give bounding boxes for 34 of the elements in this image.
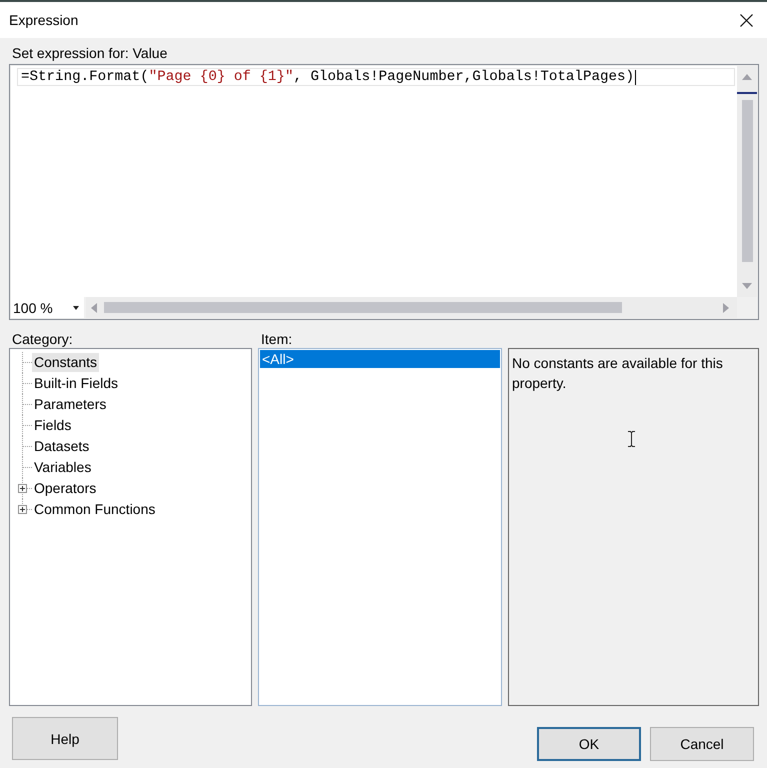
text-caret-icon (635, 70, 636, 84)
plus-box-icon[interactable] (18, 484, 27, 493)
tree-item[interactable]: Common Functions (32, 500, 158, 519)
tree-item[interactable]: Variables (32, 458, 94, 477)
down-arrow-icon[interactable] (742, 283, 752, 289)
cancel-button[interactable]: Cancel (650, 727, 754, 761)
position-marker (737, 92, 757, 94)
tree-item[interactable]: Built-in Fields (32, 374, 120, 393)
tree-item[interactable]: Parameters (32, 395, 108, 414)
vertical-scrollbar[interactable] (737, 66, 757, 297)
expression-label: Set expression for: Value (11, 45, 168, 62)
list-item[interactable]: <All> (260, 350, 500, 368)
category-label: Category: (11, 331, 73, 348)
help-button[interactable]: Help (12, 717, 118, 760)
ok-button[interactable]: OK (537, 727, 641, 761)
close-icon[interactable] (740, 14, 753, 26)
expression-field[interactable]: =String.Format("Page {0} of {1}", Globals!PageNumber,Globals!TotalPages) (11, 66, 737, 297)
scrollbar-thumb[interactable] (742, 100, 752, 262)
right-arrow-icon[interactable] (723, 302, 729, 312)
tree-item[interactable]: Datasets (32, 437, 92, 456)
caret-icon (73, 306, 79, 310)
tree-item[interactable]: Fields (32, 416, 74, 435)
item-label: Item: (260, 331, 292, 348)
tree-item[interactable]: Constants (32, 353, 100, 372)
tree-item[interactable]: Operators (32, 479, 98, 498)
description-text: No constants are available for this property. (512, 354, 724, 393)
up-arrow-icon[interactable] (742, 74, 752, 80)
i-beam-cursor-icon (627, 431, 636, 447)
horizontal-scrollbar[interactable] (86, 297, 737, 318)
zoom-dropdown[interactable]: 100 % (11, 297, 84, 318)
plus-box-icon[interactable] (18, 505, 27, 514)
scrollbar-thumb[interactable] (104, 302, 622, 313)
left-arrow-icon[interactable] (91, 302, 97, 312)
window-title: Expression (9, 12, 78, 28)
